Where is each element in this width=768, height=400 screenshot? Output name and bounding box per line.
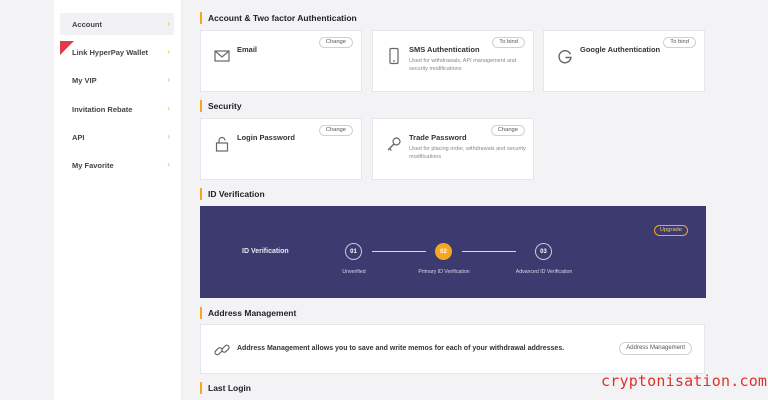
sidebar-item-label: Account bbox=[72, 19, 102, 29]
chevron-right-icon: › bbox=[167, 47, 170, 56]
email-card: Email Change bbox=[200, 30, 362, 92]
sms-to-bind-button[interactable]: To bind bbox=[492, 37, 525, 48]
step-03-caption: Advanced ID Verification bbox=[515, 269, 573, 275]
google-auth-card: Google Authentication To bind bbox=[543, 30, 705, 92]
step-01-caption: Unverified bbox=[342, 269, 366, 275]
card-description: Used for placing order, withdrawals and … bbox=[409, 146, 526, 160]
step-connector bbox=[372, 251, 426, 252]
sidebar-item-label: Invitation Rebate bbox=[72, 104, 133, 114]
lock-icon bbox=[213, 135, 231, 153]
step-02-caption: Primary ID Verification bbox=[418, 269, 470, 275]
sidebar-item-invitation-rebate[interactable]: Invitation Rebate › bbox=[60, 98, 174, 120]
card-title: Google Authentication bbox=[580, 45, 661, 54]
phone-icon bbox=[385, 47, 403, 65]
upgrade-button[interactable]: Upgrade bbox=[653, 225, 688, 236]
email-change-button[interactable]: Change bbox=[318, 37, 353, 48]
section-title-id-verification: ID Verification bbox=[200, 188, 265, 200]
chevron-right-icon: › bbox=[167, 104, 170, 113]
chevron-right-icon: › bbox=[167, 132, 170, 141]
sidebar-item-link-hyperpay-wallet[interactable]: Link HyperPay Wallet › bbox=[60, 41, 174, 63]
sidebar-item-label: Link HyperPay Wallet bbox=[72, 47, 148, 57]
sidebar-item-api[interactable]: API › bbox=[60, 126, 174, 148]
new-badge-icon bbox=[60, 41, 74, 55]
section-title-security: Security bbox=[200, 100, 242, 112]
card-title: Login Password bbox=[237, 133, 295, 142]
card-title: SMS Authentication bbox=[409, 45, 480, 54]
sidebar-item-label: My Favorite bbox=[72, 160, 114, 170]
trade-password-card: Trade Password Used for placing order, w… bbox=[372, 118, 534, 180]
id-verification-banner: ID Verification 01 02 03 Unverified Prim… bbox=[200, 206, 706, 298]
step-03-circle: 03 bbox=[535, 243, 552, 260]
sidebar-item-label: My VIP bbox=[72, 75, 97, 85]
sms-auth-card: SMS Authentication Used for withdrawals,… bbox=[372, 30, 534, 92]
login-password-card: Login Password Change bbox=[200, 118, 362, 180]
id-verification-label: ID Verification bbox=[242, 248, 289, 255]
sidebar-item-label: API bbox=[72, 132, 85, 142]
sidebar-item-my-vip[interactable]: My VIP › bbox=[60, 69, 174, 91]
section-title-last-login: Last Login bbox=[200, 382, 251, 394]
address-management-description: Address Management allows you to save an… bbox=[237, 345, 565, 352]
chevron-right-icon: › bbox=[167, 160, 170, 169]
chevron-right-icon: › bbox=[167, 19, 170, 28]
section-title-account-2fa: Account & Two factor Authentication bbox=[200, 12, 357, 24]
sidebar-item-my-favorite[interactable]: My Favorite › bbox=[60, 154, 174, 176]
card-title: Trade Password bbox=[409, 133, 467, 142]
page: Account › Link HyperPay Wallet › My VIP … bbox=[0, 0, 768, 400]
chevron-right-icon: › bbox=[167, 75, 170, 84]
login-password-change-button[interactable]: Change bbox=[318, 125, 353, 136]
sidebar: Account › Link HyperPay Wallet › My VIP … bbox=[54, 0, 182, 400]
section-title-address-management: Address Management bbox=[200, 307, 296, 319]
card-title: Email bbox=[237, 45, 258, 54]
step-01-circle: 01 bbox=[345, 243, 362, 260]
sidebar-item-account[interactable]: Account › bbox=[60, 13, 174, 35]
step-connector bbox=[462, 251, 516, 252]
step-02-circle: 02 bbox=[435, 243, 452, 260]
address-management-button[interactable]: Address Management bbox=[619, 342, 692, 355]
link-icon bbox=[213, 341, 231, 359]
email-icon bbox=[213, 47, 231, 65]
trade-password-change-button[interactable]: Change bbox=[490, 125, 525, 136]
key-icon bbox=[385, 135, 403, 153]
watermark: cryptonisation.com bbox=[601, 372, 768, 390]
address-management-card: Address Management allows you to save an… bbox=[200, 324, 705, 374]
main-content: Account & Two factor Authentication Emai… bbox=[200, 0, 706, 400]
google-icon bbox=[556, 47, 574, 65]
google-to-bind-button[interactable]: To bind bbox=[663, 37, 696, 48]
card-description: Used for withdrawals, API management and… bbox=[409, 58, 517, 72]
